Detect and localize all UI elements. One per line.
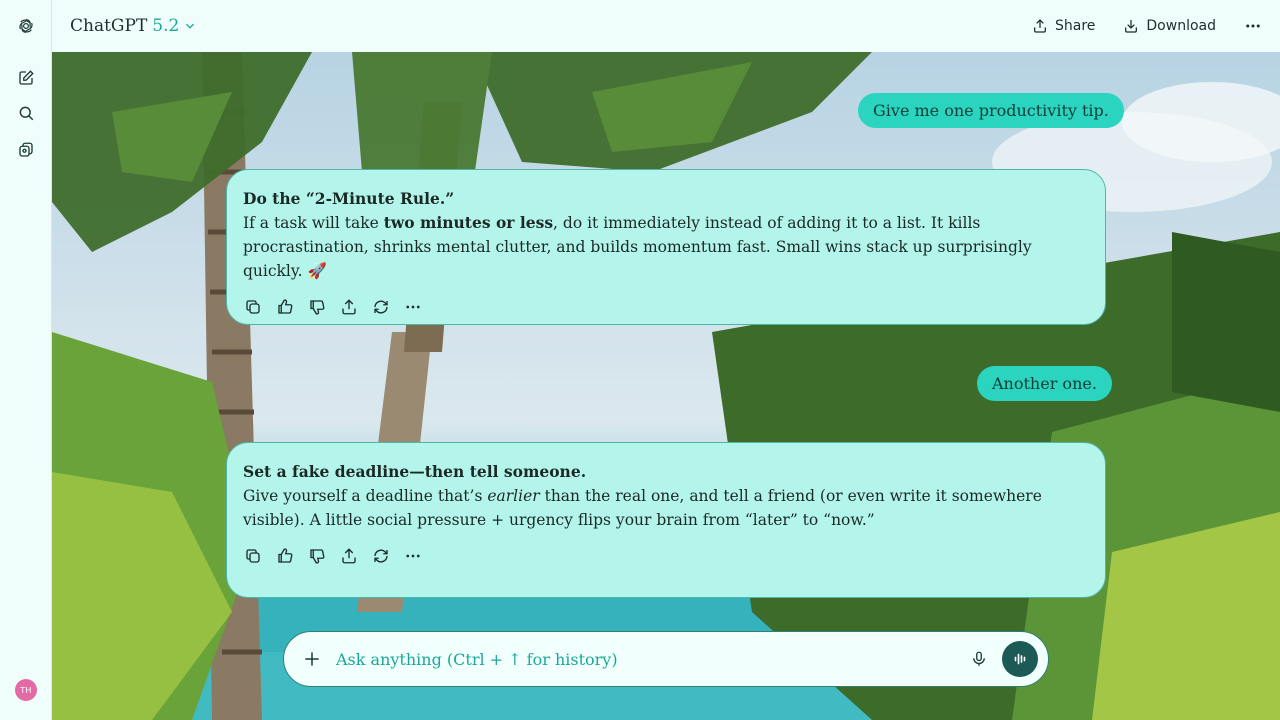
user-avatar[interactable]: TH [15,679,37,701]
voice-mode-button[interactable] [1002,641,1038,677]
regenerate-icon[interactable] [371,546,391,566]
library-icon[interactable] [13,137,39,163]
thumbs-up-icon[interactable] [275,546,295,566]
assistant-message: Do the “2-Minute Rule.” If a task will t… [226,169,1106,325]
search-icon[interactable] [13,100,39,126]
model-version: 5.2 [152,16,180,36]
more-actions-icon[interactable] [403,546,423,566]
assistant-body: Give yourself a deadline that’s earlier … [243,487,1042,529]
voice-waveform-icon [1014,653,1026,665]
copy-icon[interactable] [243,297,263,317]
thumbs-up-icon[interactable] [275,297,295,317]
plus-icon[interactable] [302,649,322,669]
model-selector[interactable]: ChatGPT 5.2 [70,16,197,36]
chevron-down-icon [186,23,195,29]
assistant-message: Set a fake deadline—then tell someone. G… [226,442,1106,598]
prompt-input[interactable] [336,649,936,669]
assistant-heading: Set a fake deadline—then tell someone. [243,462,587,481]
top-header: ChatGPT 5.2 Share Download [52,0,1280,52]
share-label: Share [1055,18,1096,34]
assistant-body: If a task will take two minutes or less,… [243,213,1032,280]
assistant-heading: Do the “2-Minute Rule.” [243,189,455,208]
download-button[interactable]: Download [1123,18,1216,34]
regenerate-icon[interactable] [371,297,391,317]
message-actions [243,546,1089,566]
microphone-icon[interactable] [970,650,988,668]
share-message-icon[interactable] [339,546,359,566]
composer [283,631,1049,687]
thumbs-down-icon[interactable] [307,546,327,566]
new-chat-icon[interactable] [13,65,39,91]
user-message: Another one. [977,366,1112,401]
message-actions [243,297,1089,317]
share-message-icon[interactable] [339,297,359,317]
more-options-icon[interactable] [1244,17,1262,35]
openai-logo-icon[interactable] [13,13,39,39]
user-message: Give me one productivity tip. [858,93,1124,128]
download-icon [1125,20,1138,33]
thumbs-down-icon[interactable] [307,297,327,317]
model-name: ChatGPT [70,16,148,36]
more-actions-icon[interactable] [403,297,423,317]
share-button[interactable]: Share [1032,18,1095,34]
download-label: Download [1146,18,1216,34]
share-icon [1034,19,1046,33]
copy-icon[interactable] [243,546,263,566]
sidebar: TH [0,0,52,720]
